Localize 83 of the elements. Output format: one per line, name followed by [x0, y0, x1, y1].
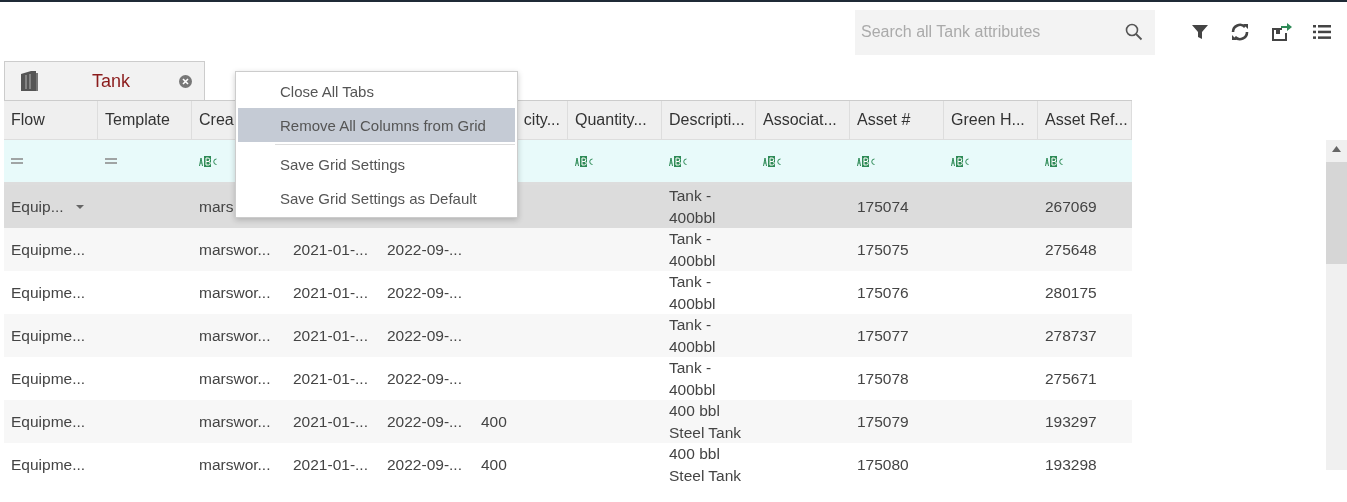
table-cell-text: 267069 [1045, 196, 1097, 217]
table-cell-text: Equipme... [11, 411, 86, 432]
table-cell-text: 278737 [1045, 325, 1097, 346]
table-row[interactable]: Equipme... marswor... 2021-01-... 2022-09-... 400 400 bbl Steel Tank 175079 193297 [4, 400, 1132, 443]
table-cell-text: 400 bbl Steel Tank [669, 444, 743, 486]
text-filter-icon[interactable] [575, 155, 593, 167]
table-cell-text: 400 bbl Steel Tank [669, 401, 743, 443]
table-cell-text: marswor... [199, 282, 271, 303]
filter-icon[interactable] [1191, 23, 1209, 41]
table-cell-text: Tank - 400bbl [669, 229, 717, 271]
column-header[interactable]: Template [98, 101, 192, 139]
table-cell-text: 175076 [857, 282, 909, 303]
text-filter-icon[interactable] [951, 155, 969, 167]
table-cell-text: Tank - 400bbl [669, 186, 717, 228]
table-cell-text: Tank - 400bbl [669, 315, 717, 357]
caret-icon[interactable] [75, 204, 84, 209]
table-cell-text: 175075 [857, 239, 909, 260]
table-cell-text: Equipme... [11, 454, 86, 475]
table-cell-text: 2021-01-... [293, 411, 368, 432]
table-cell-text: Equip... [11, 196, 64, 217]
scrollbar[interactable] [1326, 140, 1347, 470]
text-filter-icon[interactable] [669, 155, 687, 167]
refresh-icon[interactable] [1229, 22, 1251, 42]
table-cell-text: Tank - 400bbl [669, 272, 717, 314]
column-header[interactable]: Flow [4, 101, 98, 139]
search-field[interactable]: Search all Tank attributes [855, 9, 1155, 55]
table-row[interactable]: Equipme... marswor... 2021-01-... 2022-09-... Tank - 400bbl 175077 278737 [4, 314, 1132, 357]
table-cell-text: 280175 [1045, 282, 1097, 303]
table-cell-text: 400 [481, 454, 507, 475]
save-export-icon[interactable] [1271, 22, 1293, 42]
table-cell-text: 2022-09-... [387, 368, 462, 389]
column-header[interactable]: Descripti... [662, 101, 756, 139]
table-cell-text: marswor... [199, 411, 271, 432]
column-header[interactable]: Quantity... [568, 101, 662, 139]
close-icon[interactable] [179, 74, 192, 88]
table-cell-text: 2021-01-... [293, 239, 368, 260]
table-cell-text: 275671 [1045, 368, 1097, 389]
table-cell-text: Equipme... [11, 239, 86, 260]
column-header[interactable]: Green H... [944, 101, 1038, 139]
table-cell-text: 2022-09-... [387, 239, 462, 260]
equals-icon[interactable] [105, 158, 117, 164]
table-cell-text: 175074 [857, 196, 909, 217]
table-cell-text: 2021-01-... [293, 325, 368, 346]
table-cell-text: 2021-01-... [293, 368, 368, 389]
table-cell-text: 175078 [857, 368, 909, 389]
table-cell-text: marswor... [199, 368, 271, 389]
table-cell-text: 2022-09-... [387, 325, 462, 346]
table-cell-text: 175080 [857, 454, 909, 475]
search-icon [1125, 22, 1143, 41]
column-header[interactable]: Asset Ref... [1038, 101, 1132, 139]
text-filter-icon[interactable] [199, 155, 217, 167]
table-cell-text: 2022-09-... [387, 282, 462, 303]
text-filter-icon[interactable] [857, 155, 875, 167]
scroll-up-icon[interactable] [1332, 146, 1341, 152]
table-cell-text: 175079 [857, 411, 909, 432]
equals-icon[interactable] [11, 158, 23, 164]
text-filter-icon[interactable] [763, 155, 781, 167]
table-cell-text: 2021-01-... [293, 282, 368, 303]
table-cell-text: Equipme... [11, 282, 86, 303]
table-cell-text: marswor... [199, 325, 271, 346]
table-cell-text: marswor... [199, 454, 271, 475]
table-cell-text: 275648 [1045, 239, 1097, 260]
menu-item[interactable]: Remove All Columns from Grid [238, 108, 515, 142]
table-row[interactable]: Equipme... marswor... 2021-01-... 2022-09-... Tank - 400bbl 175075 275648 [4, 228, 1132, 271]
table-cell-text: 193298 [1045, 454, 1097, 475]
tank-tab[interactable]: Tank [4, 61, 205, 100]
table-cell-text: 2021-01-... [293, 454, 368, 475]
table-cell-text: Tank - 400bbl [669, 358, 717, 400]
table-cell-text: marswor... [199, 239, 271, 260]
table-cell-text: mars [199, 196, 234, 217]
table-cell-text: 400 [481, 411, 507, 432]
list-icon[interactable] [1313, 24, 1331, 40]
table-cell-text: 175077 [857, 325, 909, 346]
table-cell-text: Equipme... [11, 325, 86, 346]
table-cell-text: 193297 [1045, 411, 1097, 432]
menu-item[interactable]: Save Grid Settings [238, 147, 515, 181]
table-cell-text: Equipme... [11, 368, 86, 389]
text-filter-icon[interactable] [1045, 155, 1063, 167]
table-cell-text: 2022-09-... [387, 411, 462, 432]
column-header[interactable]: Asset # [850, 101, 944, 139]
table-cell-text: 2022-09-... [387, 454, 462, 475]
column-header[interactable]: Associat... [756, 101, 850, 139]
scrollbar-thumb[interactable] [1326, 162, 1347, 264]
